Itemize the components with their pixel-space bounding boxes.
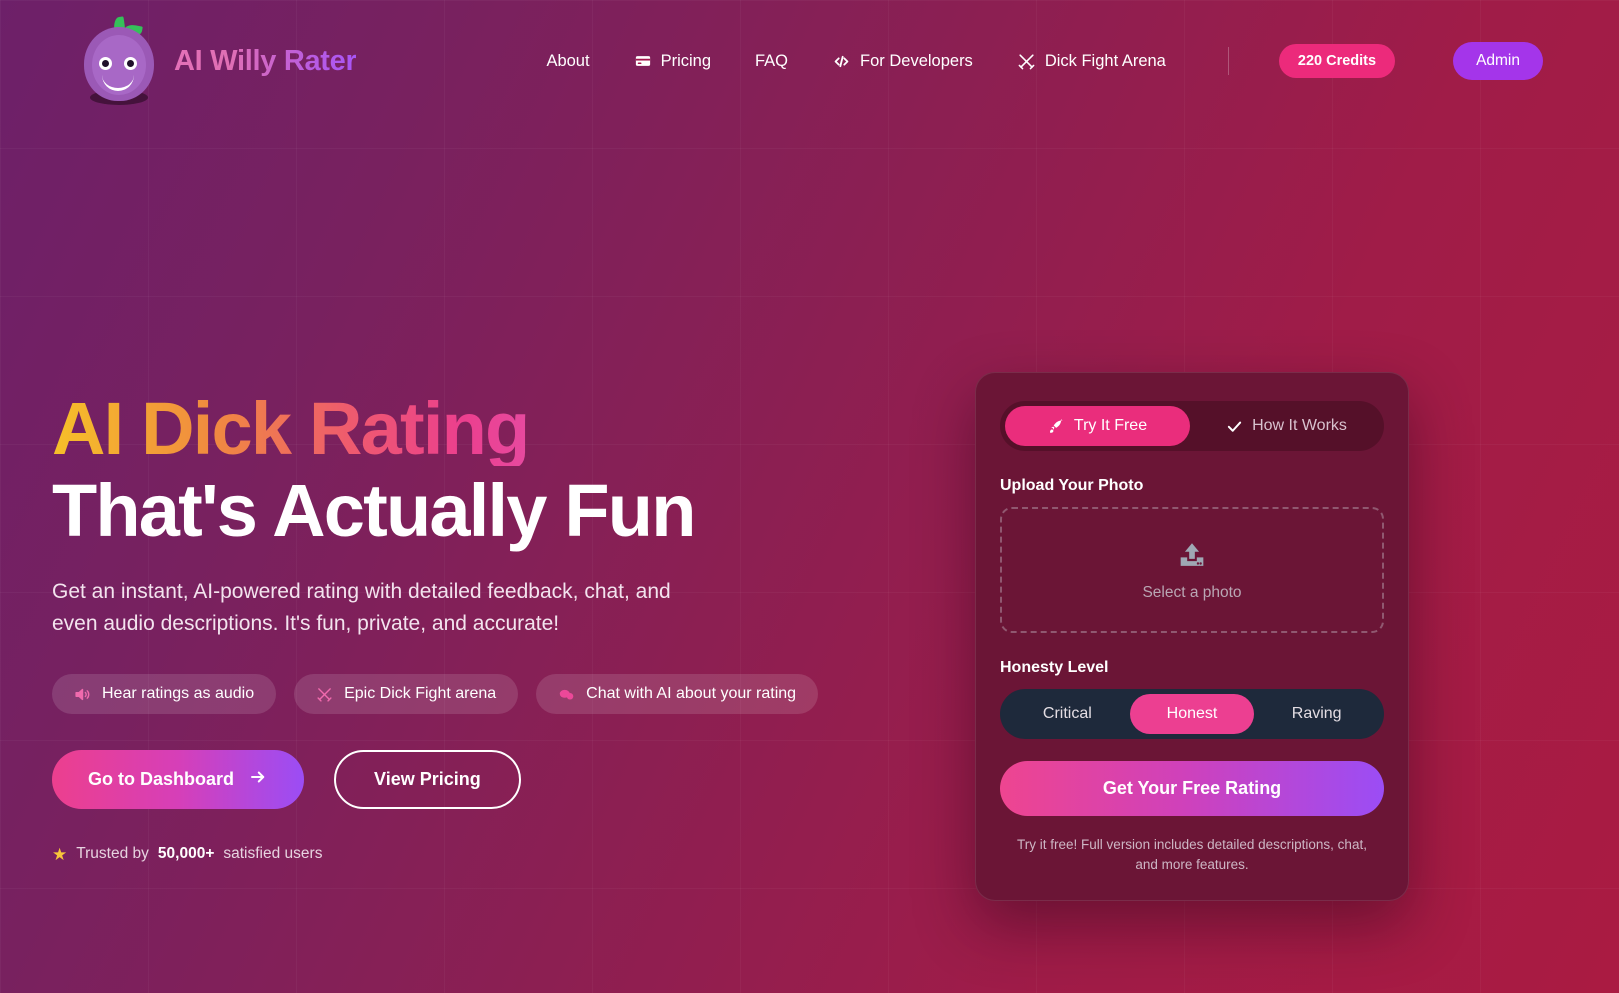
speaker-icon	[74, 686, 91, 703]
page-title-line-1: AI Dick Rating	[52, 392, 842, 466]
feature-pill-audio-label: Hear ratings as audio	[102, 685, 255, 703]
feature-pill-arena[interactable]: Epic Dick Fight arena	[294, 674, 519, 715]
honesty-option-critical[interactable]: Critical	[1005, 694, 1130, 734]
photo-dropzone[interactable]: Select a photo	[1000, 507, 1384, 633]
credits-badge[interactable]: 220 Credits	[1278, 44, 1396, 78]
trust-suffix: satisfied users	[223, 845, 323, 863]
card-tab-group: Try It Free How It Works	[1000, 401, 1384, 451]
plum-mascot-icon	[80, 15, 158, 107]
chat-bubble-icon	[558, 686, 575, 703]
hero-cta-group: Go to Dashboard View Pricing	[52, 750, 842, 810]
nav-item-pricing[interactable]: Pricing	[634, 52, 711, 71]
check-icon	[1226, 418, 1243, 435]
nav-item-faq-label: FAQ	[755, 51, 789, 70]
upload-section-label: Upload Your Photo	[1000, 477, 1144, 494]
feature-pill-chat[interactable]: Chat with AI about your rating	[536, 674, 819, 715]
feature-pill-arena-label: Epic Dick Fight arena	[344, 685, 497, 703]
credit-card-icon	[634, 52, 652, 70]
rocket-icon	[1048, 418, 1065, 435]
go-to-dashboard-button[interactable]: Go to Dashboard	[52, 750, 305, 810]
card-footnote: Try it free! Full version includes detai…	[1017, 837, 1367, 872]
go-to-dashboard-label: Go to Dashboard	[88, 769, 235, 790]
rating-widget-card: Try It Free How It Works Upload Your Pho…	[975, 372, 1409, 902]
honesty-option-raving[interactable]: Raving	[1254, 694, 1379, 734]
code-brackets-icon	[832, 52, 851, 71]
star-icon: ★	[52, 844, 68, 864]
nav-item-dick-fight-arena-label: Dick Fight Arena	[1044, 51, 1166, 70]
nav-item-for-developers-label: For Developers	[860, 51, 973, 70]
page-title-line-2: That's Actually Fun	[52, 469, 696, 552]
tab-how-it-works-label: How It Works	[1252, 417, 1347, 434]
crossed-swords-icon	[1017, 52, 1036, 71]
tab-try-it-free-label: Try It Free	[1073, 417, 1148, 434]
nav-divider	[1227, 47, 1229, 75]
brand-logo[interactable]: AI Willy Rater	[80, 15, 357, 107]
upload-tray-icon	[1174, 539, 1210, 578]
get-free-rating-button[interactable]: Get Your Free Rating	[1000, 761, 1384, 816]
top-navigation-bar: AI Willy Rater About Pricing FAQ For Dev…	[0, 0, 1619, 122]
tab-try-it-free[interactable]: Try It Free	[1005, 406, 1190, 446]
photo-dropzone-placeholder: Select a photo	[1142, 583, 1242, 601]
feature-pill-list: Hear ratings as audio Epic Dick Fight ar…	[52, 674, 842, 715]
arrow-right-icon	[248, 768, 268, 791]
feature-pill-audio[interactable]: Hear ratings as audio	[52, 674, 277, 715]
nav-item-for-developers[interactable]: For Developers	[832, 52, 973, 71]
trust-line: ★ Trusted by 50,000+ satisfied users	[52, 845, 842, 863]
honesty-level-label: Honesty Level	[1000, 659, 1109, 676]
nav-item-faq[interactable]: FAQ	[755, 52, 788, 71]
nav-links: About Pricing FAQ For Developers Dick Fi…	[546, 42, 1543, 80]
admin-button[interactable]: Admin	[1453, 42, 1543, 80]
tab-how-it-works[interactable]: How It Works	[1194, 406, 1379, 446]
nav-item-about-label: About	[546, 51, 590, 70]
hero-section: AI Dick Rating That's Actually Fun Get a…	[52, 392, 842, 863]
nav-item-about[interactable]: About	[546, 52, 589, 71]
nav-item-dick-fight-arena[interactable]: Dick Fight Arena	[1017, 52, 1166, 71]
nav-item-pricing-label: Pricing	[660, 51, 711, 70]
view-pricing-button[interactable]: View Pricing	[334, 750, 521, 810]
brand-name: AI Willy Rater	[174, 44, 357, 77]
honesty-option-honest[interactable]: Honest	[1129, 694, 1255, 734]
crossed-swords-icon	[316, 686, 333, 703]
hero-subtitle: Get an instant, AI-powered rating with d…	[52, 580, 671, 636]
trust-count: 50,000+	[157, 845, 215, 863]
feature-pill-chat-label: Chat with AI about your rating	[586, 685, 797, 703]
trust-prefix: Trusted by	[76, 845, 149, 863]
honesty-level-selector: Critical Honest Raving	[1000, 689, 1384, 739]
